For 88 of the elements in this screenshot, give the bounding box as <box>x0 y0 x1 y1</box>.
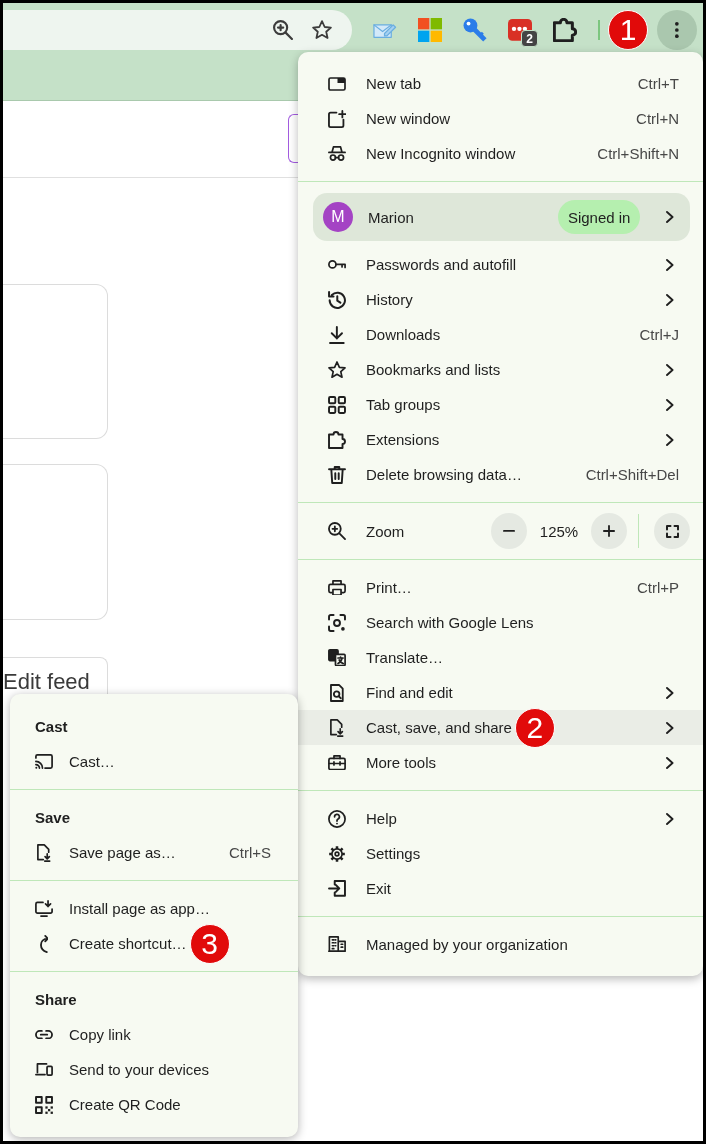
menu-item[interactable]: Find and edit <box>298 675 703 710</box>
building-icon <box>328 936 346 953</box>
devices-icon <box>35 1063 53 1076</box>
avatar: M <box>323 202 353 232</box>
section-heading: Share <box>35 991 77 1008</box>
translate-icon <box>328 648 346 667</box>
menu-item[interactable]: Search with Google Lens <box>298 605 703 640</box>
keyboard-shortcut: Ctrl+N <box>636 110 679 127</box>
step-badge: 2 <box>514 707 555 748</box>
count-badge: 2 <box>521 30 538 47</box>
fullscreen-button[interactable] <box>654 513 690 549</box>
four-squares-icon[interactable] <box>418 18 442 42</box>
menu-item[interactable]: New Incognito window Ctrl+Shift+N <box>298 136 703 171</box>
plus-icon <box>603 525 615 537</box>
menu-item[interactable]: History <box>298 282 703 317</box>
add-window-icon <box>328 109 346 128</box>
edit-feed-button[interactable]: Edit feed <box>3 657 108 695</box>
keyboard-shortcut: Ctrl+S <box>228 844 271 861</box>
window-icon <box>328 76 346 91</box>
status-badge: Signed in <box>557 200 641 234</box>
settings-icon <box>328 844 346 863</box>
zoom-in-button[interactable] <box>591 513 627 549</box>
trash-icon <box>328 465 346 484</box>
menu-item[interactable]: More tools <box>298 745 703 780</box>
keyboard-shortcut: Ctrl+Shift+N <box>597 145 679 162</box>
help-icon <box>328 809 346 828</box>
link-icon <box>35 1029 53 1040</box>
star-icon <box>328 360 346 379</box>
document-search-icon <box>330 683 344 702</box>
grid-icon <box>328 395 346 414</box>
menu-item[interactable]: Translate… <box>298 640 703 675</box>
keyboard-shortcut: Ctrl+Shift+Del <box>585 466 679 483</box>
outlined-button[interactable] <box>288 114 298 163</box>
keyboard-shortcut: Ctrl+T <box>637 75 679 92</box>
keyboard-shortcut: Ctrl+J <box>639 326 679 343</box>
exit-icon <box>328 880 346 897</box>
cast-icon <box>35 754 53 769</box>
menu-item[interactable]: Save page as… Ctrl+S <box>10 835 298 870</box>
menu-item[interactable]: Passwords and autofill <box>298 247 703 282</box>
document-download-icon <box>37 843 51 862</box>
fullscreen-icon <box>665 524 679 538</box>
monitor-download-icon <box>35 900 53 917</box>
key-icon[interactable] <box>463 18 487 42</box>
menu-item[interactable]: Settings <box>298 836 703 871</box>
zoom-in-icon[interactable] <box>273 20 293 40</box>
menu-item[interactable]: Help <box>298 801 703 836</box>
menu-button[interactable] <box>657 10 697 50</box>
section-heading: Save <box>35 809 71 826</box>
zoom-in-icon <box>328 522 346 540</box>
lens-icon <box>328 613 346 632</box>
key-icon <box>328 260 346 269</box>
menu-item[interactable]: Delete browsing data… Ctrl+Shift+Del <box>298 457 703 492</box>
profile-button[interactable]: M Marion Signed in <box>313 193 690 241</box>
incognito-icon <box>328 146 346 161</box>
history-icon <box>328 290 346 309</box>
curved-arrow-icon <box>39 934 49 953</box>
zoom-level: 125% <box>539 522 579 540</box>
qr-code-icon <box>35 1095 53 1114</box>
menu-item[interactable]: Extensions <box>298 422 703 457</box>
download-icon <box>329 325 345 344</box>
menu-item[interactable]: Managed by your organization <box>298 927 703 962</box>
menu-item[interactable]: Tab groups <box>298 387 703 422</box>
menu-item[interactable]: Send to your devices <box>10 1052 298 1087</box>
section-heading: Cast <box>35 718 68 735</box>
document-download-icon <box>330 718 344 737</box>
step-badge: 1 <box>608 10 648 50</box>
step-badge: 3 <box>189 923 230 964</box>
menu-item[interactable]: Create shortcut… 3 <box>10 926 298 961</box>
star-icon[interactable] <box>312 20 332 40</box>
keyboard-shortcut: Ctrl+P <box>636 579 679 596</box>
puzzle-icon <box>328 430 346 449</box>
menu-item[interactable]: Bookmarks and lists <box>298 352 703 387</box>
minus-icon <box>503 530 515 532</box>
menu-item[interactable]: Cast, save, and share 2 <box>298 710 703 745</box>
menu-item[interactable]: Exit <box>298 871 703 906</box>
more-icon <box>675 22 679 38</box>
toolbox-icon <box>328 754 346 771</box>
menu-item[interactable]: Cast… <box>10 744 298 779</box>
menu-item[interactable]: Print… Ctrl+P <box>298 570 703 605</box>
menu-item[interactable]: Copy link <box>10 1017 298 1052</box>
menu-item[interactable]: Install page as app… <box>10 891 298 926</box>
menu-item[interactable]: Downloads Ctrl+J <box>298 317 703 352</box>
menu-item[interactable]: New tab Ctrl+T <box>298 66 703 101</box>
menu-item[interactable]: Create QR Code <box>10 1087 298 1122</box>
puzzle-icon[interactable] <box>553 18 577 42</box>
printer-icon <box>328 579 346 596</box>
zoom-label: Zoom <box>366 522 405 540</box>
menu-item[interactable]: New window Ctrl+N <box>298 101 703 136</box>
